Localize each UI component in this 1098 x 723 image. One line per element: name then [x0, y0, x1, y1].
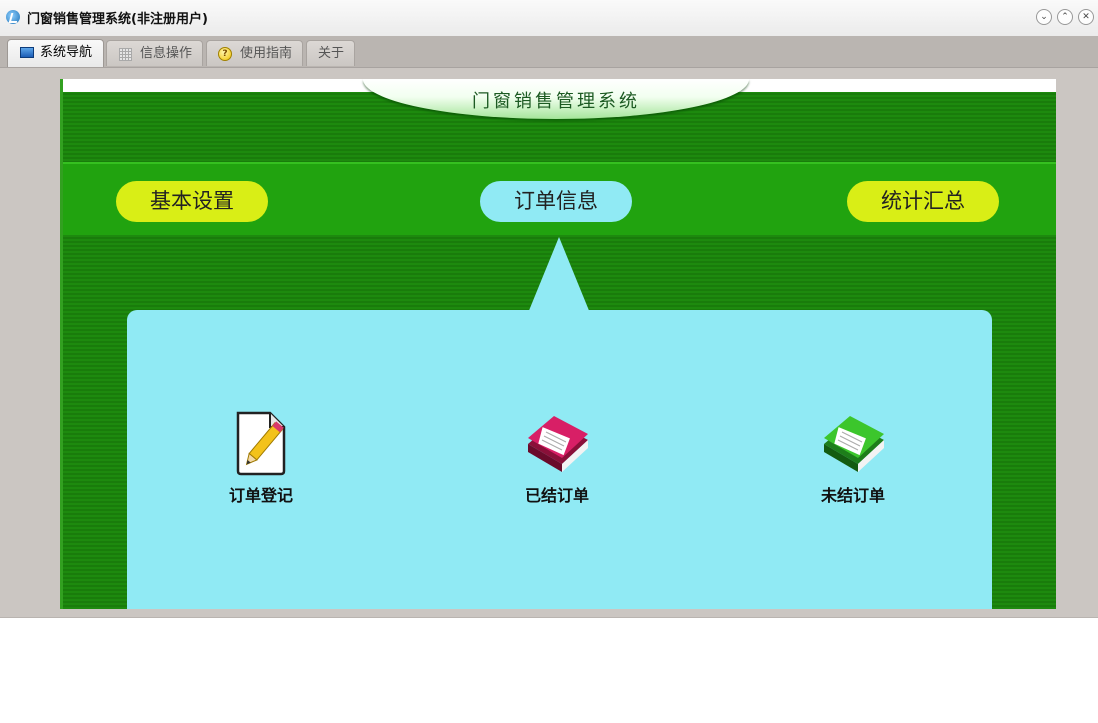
tab-label: 使用指南 [240, 46, 293, 61]
banner-title: 门窗销售管理系统 [472, 91, 640, 112]
close-button[interactable]: ✕ [1078, 9, 1094, 25]
nav-order-info-button[interactable]: 订单信息 [480, 181, 632, 222]
selection-pointer [528, 237, 590, 313]
edit-document-icon [226, 410, 296, 476]
tab-about[interactable]: 关于 [306, 40, 355, 66]
order-info-submenu: 订单登记 已结订单 未结订单 [127, 310, 992, 609]
tab-label: 关于 [318, 46, 345, 61]
tab-label: 系统导航 [40, 45, 93, 60]
nav-basic-settings-button[interactable]: 基本设置 [116, 181, 268, 222]
tab-user-guide[interactable]: ? 使用指南 [206, 40, 303, 66]
item-label: 未结订单 [820, 486, 885, 505]
open-orders-item[interactable]: 未结订单 [783, 410, 923, 510]
tab-system-nav[interactable]: 系统导航 [7, 39, 104, 67]
nav-statistics-button[interactable]: 统计汇总 [847, 181, 999, 222]
closed-orders-item[interactable]: 已结订单 [487, 410, 627, 510]
app-logo-icon [6, 10, 20, 24]
maximize-button[interactable]: ⌃ [1057, 9, 1073, 25]
help-icon: ? [218, 47, 232, 61]
category-nav: 基本设置 订单信息 统计汇总 [63, 162, 1056, 235]
window-title: 门窗销售管理系统(非注册用户) [27, 12, 208, 27]
minimize-button[interactable]: ⌄ [1036, 9, 1052, 25]
item-label: 订单登记 [228, 486, 293, 505]
app-window: 门窗销售管理系统(非注册用户) ⌄ ⌃ ✕ 系统导航 信息操作 ? 使用指南 关… [0, 0, 1098, 618]
monitor-icon [20, 47, 34, 58]
header-banner: 门窗销售管理系统 [363, 79, 749, 119]
tab-info-ops[interactable]: 信息操作 [106, 40, 203, 66]
title-bar[interactable]: 门窗销售管理系统(非注册用户) ⌄ ⌃ ✕ [0, 0, 1098, 36]
green-book-icon [818, 410, 888, 476]
navigation-panel: 门窗销售管理系统 基本设置 订单信息 统计汇总 订单登记 已结订单 未结订单 [60, 79, 1056, 609]
tab-label: 信息操作 [140, 46, 193, 61]
order-register-item[interactable]: 订单登记 [191, 410, 331, 510]
grid-icon [119, 48, 132, 61]
tab-bar: 系统导航 信息操作 ? 使用指南 关于 [0, 36, 1098, 68]
red-book-icon [522, 410, 592, 476]
item-label: 已结订单 [524, 486, 589, 505]
